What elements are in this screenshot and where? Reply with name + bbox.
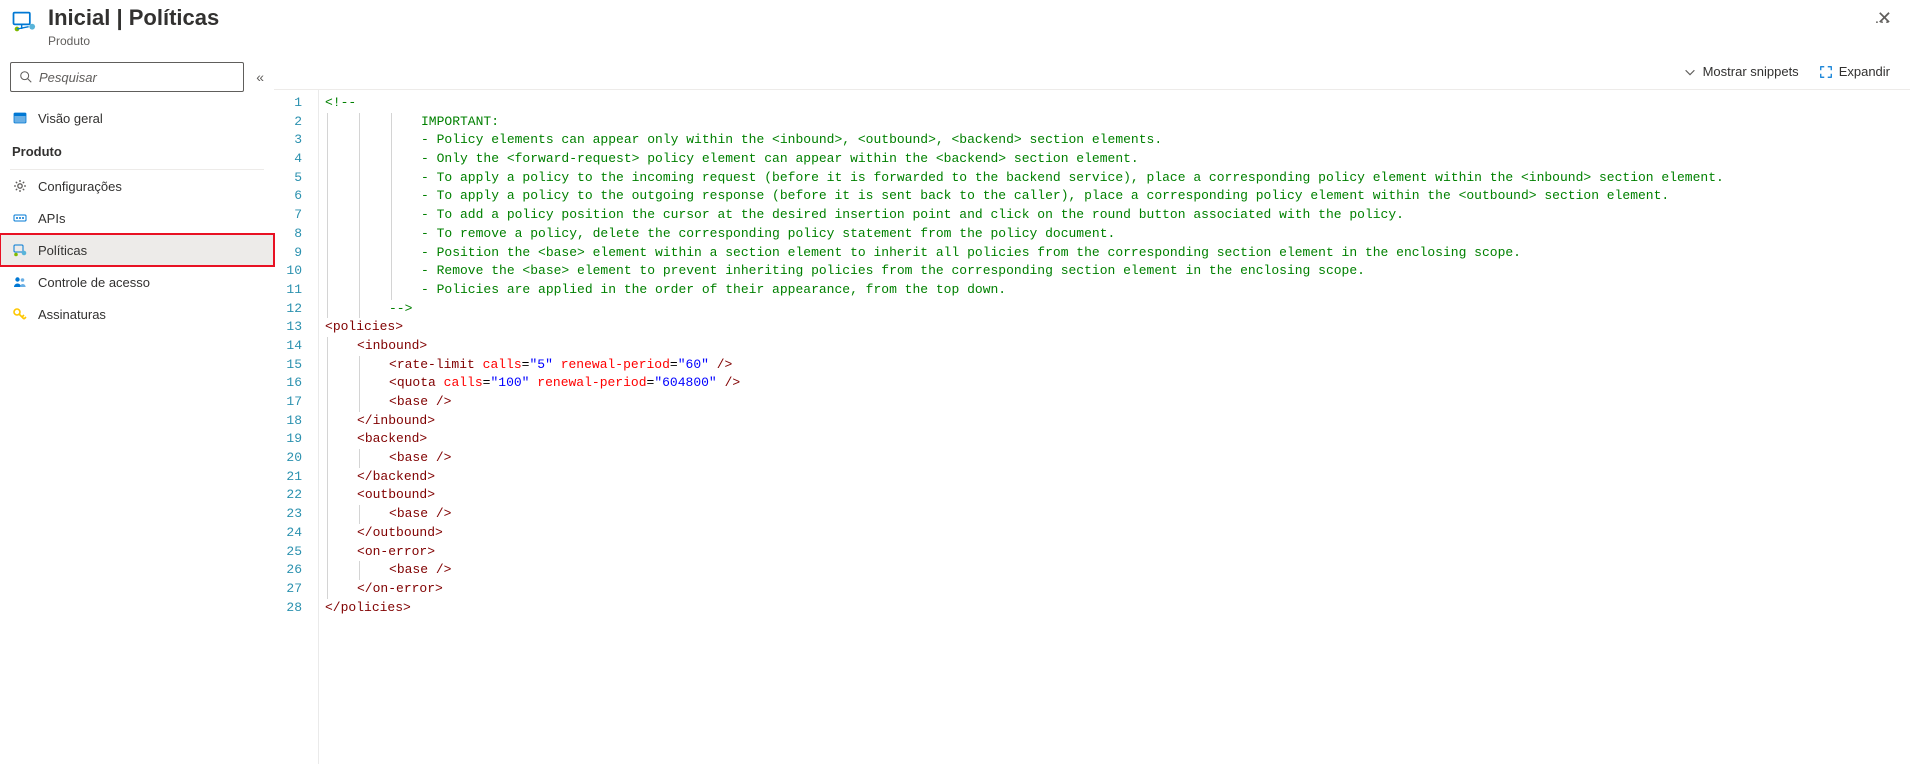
nav-label: APIs (38, 211, 65, 226)
nav-label: Configurações (38, 179, 122, 194)
policies-icon (12, 242, 28, 258)
nav-apis[interactable]: APIs (0, 202, 274, 234)
product-icon (10, 8, 38, 36)
collapse-sidebar-button[interactable]: « (256, 69, 264, 85)
nav-subscriptions[interactable]: Assinaturas (0, 298, 274, 330)
toolbar: Mostrar snippets Expandir (274, 56, 1910, 90)
policy-editor[interactable]: 1234567891011121314151617181920212223242… (274, 90, 1910, 764)
toolbar-label: Expandir (1839, 64, 1890, 79)
page-title: Inicial | Políticas (48, 4, 1858, 32)
nav-label: Controle de acesso (38, 275, 150, 290)
chevron-down-icon (1683, 65, 1697, 79)
nav-label: Assinaturas (38, 307, 106, 322)
search-box[interactable] (10, 62, 244, 92)
page-subtitle: Produto (48, 34, 1858, 48)
nav-access[interactable]: Controle de acesso (0, 266, 274, 298)
nav-label: Políticas (38, 243, 87, 258)
page-header: Inicial | Políticas Produto … ✕ (0, 0, 1910, 56)
nav-label: Visão geral (38, 111, 103, 126)
search-input[interactable] (39, 70, 235, 85)
close-button[interactable]: ✕ (1877, 8, 1892, 29)
nav-overview[interactable]: Visão geral (0, 102, 274, 134)
sidebar: « Visão geral Produto Configurações (0, 56, 274, 764)
nav-policies[interactable]: Políticas (0, 234, 274, 266)
toolbar-label: Mostrar snippets (1703, 64, 1799, 79)
nav-section-header: Produto (0, 134, 274, 165)
editor-code[interactable]: <!--IMPORTANT:- Policy elements can appe… (318, 90, 1910, 764)
editor-gutter: 1234567891011121314151617181920212223242… (274, 90, 318, 764)
api-icon (12, 210, 28, 226)
gear-icon (12, 178, 28, 194)
overview-icon (12, 110, 28, 126)
expand-icon (1819, 65, 1833, 79)
expand-button[interactable]: Expandir (1819, 64, 1890, 79)
show-snippets-button[interactable]: Mostrar snippets (1683, 64, 1799, 79)
nav-config[interactable]: Configurações (0, 170, 274, 202)
search-icon (19, 70, 33, 84)
users-icon (12, 274, 28, 290)
key-icon (12, 306, 28, 322)
